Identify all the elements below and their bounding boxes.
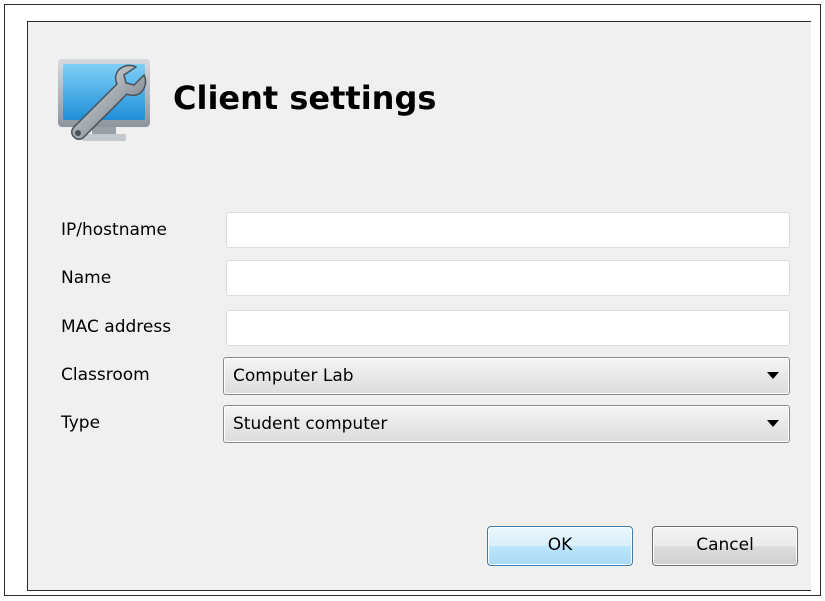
mac-address-label: MAC address	[61, 317, 172, 337]
type-label: Type	[61, 413, 101, 433]
chevron-down-icon	[767, 372, 779, 379]
type-dropdown[interactable]: Student computer	[223, 405, 790, 443]
name-label: Name	[61, 268, 112, 288]
mac-address-field[interactable]	[226, 310, 790, 346]
ok-button[interactable]: OK	[487, 526, 633, 566]
dialog-title: Client settings	[173, 79, 437, 117]
classroom-dropdown[interactable]: Computer Lab	[223, 357, 790, 395]
dialog-body: Client settings IP/hostname Name MAC add…	[27, 21, 811, 591]
computer-wrench-icon	[58, 59, 150, 141]
type-selected-value: Student computer	[233, 414, 388, 434]
cancel-button[interactable]: Cancel	[652, 526, 798, 566]
client-settings-dialog: Client settings IP/hostname Name MAC add…	[4, 4, 821, 596]
classroom-label: Classroom	[61, 365, 150, 385]
name-field[interactable]	[226, 260, 790, 296]
chevron-down-icon	[767, 420, 779, 427]
classroom-selected-value: Computer Lab	[233, 366, 354, 386]
ip-hostname-field[interactable]	[226, 212, 790, 248]
ip-hostname-label: IP/hostname	[61, 220, 167, 240]
